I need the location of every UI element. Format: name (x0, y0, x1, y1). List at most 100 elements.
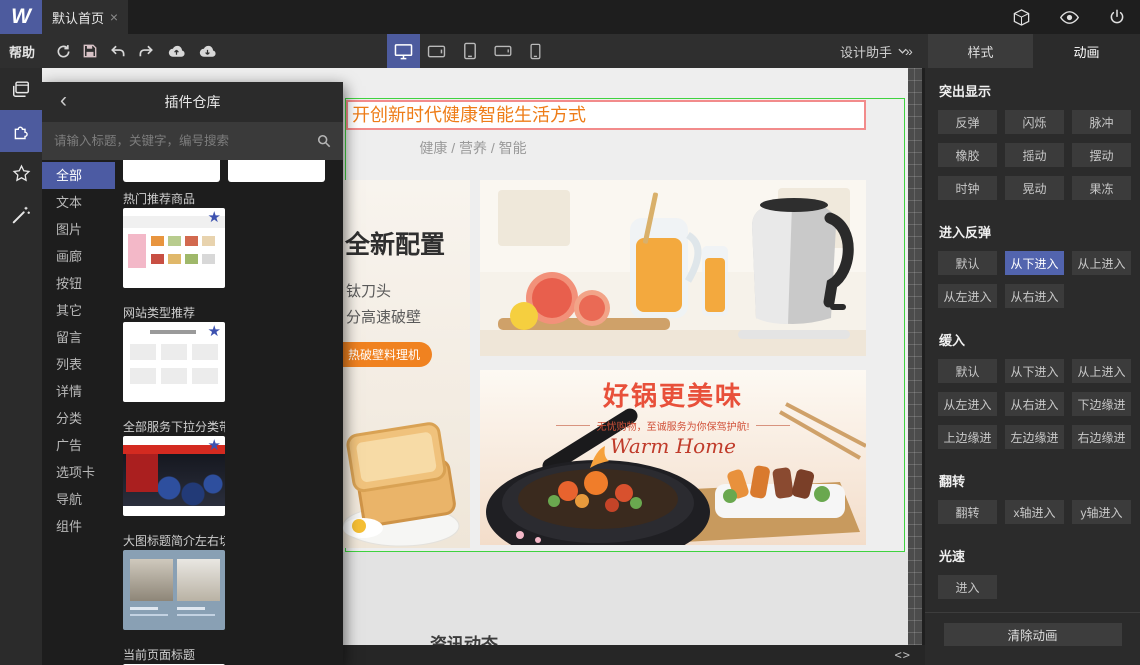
canvas-vertical-ruler[interactable] (908, 68, 922, 645)
plugin-item-thumbnail[interactable]: ★ (123, 322, 225, 402)
plugin-item[interactable]: 全部服务下拉分类带... ★ (123, 418, 225, 516)
tablet-portrait-icon[interactable] (453, 34, 486, 68)
phone-portrait-icon[interactable] (519, 34, 552, 68)
headline-text-block[interactable]: 开创新时代健康智能生活方式 (346, 100, 866, 130)
plugin-category-item[interactable]: 列表 (42, 351, 115, 378)
animation-button[interactable]: y轴进入 (1072, 500, 1131, 524)
plugin-category-item[interactable]: 全部 (42, 162, 115, 189)
product-banner-left[interactable]: 全新配置 钛刀头 分高速破壁 热破壁料理机 (343, 180, 470, 548)
kettle-banner-image[interactable] (480, 180, 866, 356)
animation-button[interactable]: 默认 (938, 359, 997, 383)
animation-button[interactable]: 晃动 (1005, 176, 1064, 200)
pages-icon[interactable] (0, 68, 42, 110)
redo-icon[interactable] (138, 44, 155, 58)
plugin-category-item[interactable]: 画廊 (42, 243, 115, 270)
animation-button[interactable]: 右边缘进 (1072, 425, 1131, 449)
animation-button[interactable]: 脉冲 (1072, 110, 1131, 134)
save-icon[interactable] (83, 44, 97, 58)
cloud-upload-icon[interactable] (167, 44, 186, 58)
plugins-puzzle-icon[interactable] (0, 110, 42, 152)
plugin-item-thumbnail[interactable] (228, 160, 325, 182)
animation-button[interactable]: 从上进入 (1072, 251, 1131, 275)
plugin-category-item[interactable]: 其它 (42, 297, 115, 324)
power-icon[interactable] (1108, 8, 1126, 26)
favorite-star-icon[interactable]: ★ (208, 322, 221, 340)
animation-button[interactable]: 从右进入 (1005, 284, 1064, 308)
animation-button[interactable]: 进入 (938, 575, 997, 599)
undo-icon[interactable] (109, 44, 126, 58)
main-sidebar (0, 68, 42, 665)
plugin-item-label: 全部服务下拉分类带... (123, 420, 225, 434)
close-tab-icon[interactable]: × (110, 9, 118, 25)
banner-badge: 热破壁料理机 (343, 342, 433, 367)
back-chevron-icon[interactable]: ‹ (60, 88, 67, 114)
headline-subtitle[interactable]: 健康 / 营养 / 智能 (413, 138, 533, 158)
collapse-panel-button[interactable]: » (905, 34, 913, 68)
favorite-star-icon[interactable]: ★ (208, 436, 221, 454)
animation-button[interactable]: 默认 (938, 251, 997, 275)
plugin-category-item[interactable]: 分类 (42, 405, 115, 432)
magnifier-icon[interactable] (317, 134, 331, 148)
preview-eye-icon[interactable] (1059, 10, 1080, 25)
title-bar: W 默认首页 × (0, 0, 1140, 34)
app-logo[interactable]: W (0, 0, 42, 34)
animation-button[interactable]: 上边缘进 (938, 425, 997, 449)
animation-button[interactable]: 下边缘进 (1072, 392, 1131, 416)
news-heading: 资讯动态 (430, 635, 498, 645)
plugin-category-item[interactable]: 按钮 (42, 270, 115, 297)
help-button[interactable]: 帮助 (9, 34, 35, 68)
tab-style[interactable]: 样式 (928, 34, 1033, 68)
tab-animation[interactable]: 动画 (1033, 34, 1140, 68)
plugin-item[interactable]: 热门推荐商品 ★ (123, 190, 225, 288)
animation-button[interactable]: 从上进入 (1072, 359, 1131, 383)
animation-button[interactable]: 橡胶 (938, 143, 997, 167)
plugin-item-thumbnail[interactable] (123, 160, 220, 182)
plugin-library-panel: ‹ 插件仓库 全部文本图片画廊按钮其它留言列表详情分类广告选项卡导航组件 热门推… (42, 82, 343, 665)
tools-wand-icon[interactable] (0, 194, 42, 236)
animation-button[interactable]: 反弹 (938, 110, 997, 134)
animation-button[interactable]: x轴进入 (1005, 500, 1064, 524)
animation-button[interactable]: 从左进入 (938, 392, 997, 416)
design-assistant-label: 设计助手 (840, 44, 893, 60)
code-view-icon[interactable]: <> (895, 648, 911, 662)
page-tab[interactable]: 默认首页 × (42, 0, 128, 34)
wok-banner-image[interactable]: 好锅更美味 无忧购物，至诚服务为你保驾护航! Warm Home (480, 370, 866, 545)
refresh-icon[interactable] (56, 44, 71, 59)
phone-landscape-icon[interactable] (486, 34, 519, 68)
plugin-category-item[interactable]: 详情 (42, 378, 115, 405)
plugin-item[interactable]: 大图标题简介左右切... (123, 532, 225, 630)
plugin-category-item[interactable]: 文本 (42, 189, 115, 216)
plugin-search-input[interactable] (54, 134, 309, 148)
design-assistant-dropdown[interactable]: 设计助手 (840, 34, 907, 68)
animation-button[interactable]: 从下进入 (1005, 359, 1064, 383)
tablet-landscape-icon[interactable] (420, 34, 453, 68)
animation-button[interactable]: 闪烁 (1005, 110, 1064, 134)
animation-button[interactable]: 从右进入 (1005, 392, 1064, 416)
plugin-category-item[interactable]: 组件 (42, 513, 115, 540)
plugin-item[interactable]: 网站类型推荐 ★ (123, 304, 225, 402)
plugin-item[interactable]: 当前页面标题— 会员风采 — (123, 646, 225, 665)
plugin-category-item[interactable]: 图片 (42, 216, 115, 243)
animation-button[interactable]: 左边缘进 (1005, 425, 1064, 449)
components-cube-icon[interactable] (1012, 8, 1031, 27)
clear-animation-button[interactable]: 清除动画 (943, 623, 1122, 646)
plugin-item-thumbnail[interactable]: ★ (123, 436, 225, 516)
animation-button[interactable]: 果冻 (1072, 176, 1131, 200)
favorites-star-icon[interactable] (0, 152, 42, 194)
plugin-category-item[interactable]: 留言 (42, 324, 115, 351)
animation-button[interactable]: 时钟 (938, 176, 997, 200)
tagline-text: 无忧购物，至诚服务为你保驾护航! (596, 422, 750, 433)
plugin-category-item[interactable]: 广告 (42, 432, 115, 459)
desktop-icon[interactable] (387, 34, 420, 68)
animation-button[interactable]: 摇动 (1005, 143, 1064, 167)
favorite-star-icon[interactable]: ★ (208, 208, 221, 226)
animation-button[interactable]: 从左进入 (938, 284, 997, 308)
plugin-category-item[interactable]: 选项卡 (42, 459, 115, 486)
plugin-item-thumbnail[interactable] (123, 550, 225, 630)
cloud-download-icon[interactable] (198, 44, 217, 58)
animation-button[interactable]: 翻转 (938, 500, 997, 524)
plugin-category-item[interactable]: 导航 (42, 486, 115, 513)
animation-button[interactable]: 从下进入 (1005, 251, 1064, 275)
animation-button[interactable]: 摆动 (1072, 143, 1131, 167)
plugin-item-thumbnail[interactable]: ★ (123, 208, 225, 288)
